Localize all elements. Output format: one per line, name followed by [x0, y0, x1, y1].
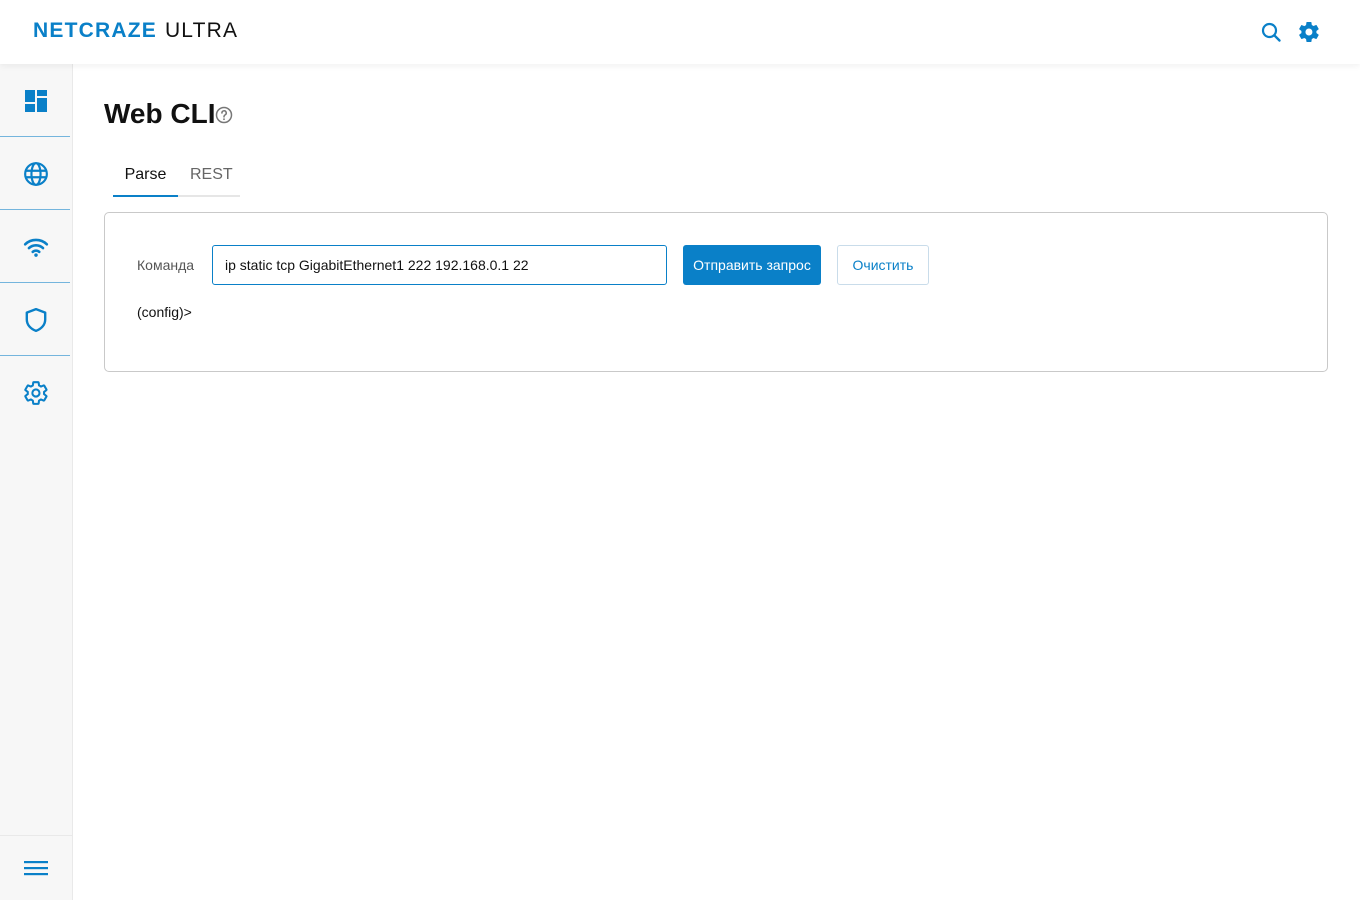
tab-parse[interactable]: Parse [113, 163, 178, 197]
tab-rest[interactable]: REST [190, 163, 233, 197]
settings-icon [24, 380, 48, 405]
dashboard-icon [25, 89, 47, 112]
sidebar-item-settings[interactable] [0, 356, 72, 429]
logo-brand: NETCRAZE [33, 19, 157, 42]
clear-button[interactable]: Очистить [837, 245, 929, 285]
sidebar-menu-toggle[interactable] [0, 835, 72, 900]
sidebar-item-security[interactable] [0, 283, 72, 356]
logo-product: ULTRA [164, 19, 239, 42]
page-title: Web CLI [104, 98, 216, 129]
command-input[interactable] [212, 245, 667, 285]
logo[interactable]: NETCRAZE ULTRA [33, 19, 238, 43]
cli-panel: Команда Отправить запрос Очистить (confi… [104, 212, 1328, 372]
sidebar-item-internet[interactable] [0, 137, 72, 210]
main-content: Web CLI Parse REST Команда Отправить зап… [73, 64, 1360, 900]
send-request-button[interactable]: Отправить запрос [683, 245, 821, 285]
wifi-icon [23, 238, 49, 257]
help-circle-icon[interactable] [215, 106, 233, 124]
globe-icon [24, 161, 48, 186]
top-bar: NETCRAZE ULTRA [0, 0, 1360, 64]
search-icon[interactable] [1259, 20, 1283, 44]
command-label: Команда [137, 257, 195, 273]
menu-icon [24, 861, 48, 876]
sidebar-item-dashboard[interactable] [0, 64, 72, 137]
shield-icon [25, 307, 47, 332]
tab-bar: Parse REST [113, 163, 240, 197]
gear-icon[interactable] [1297, 20, 1321, 44]
cli-output: (config)> [137, 304, 192, 320]
sidebar-item-wifi[interactable] [0, 210, 72, 283]
sidebar [0, 64, 73, 900]
